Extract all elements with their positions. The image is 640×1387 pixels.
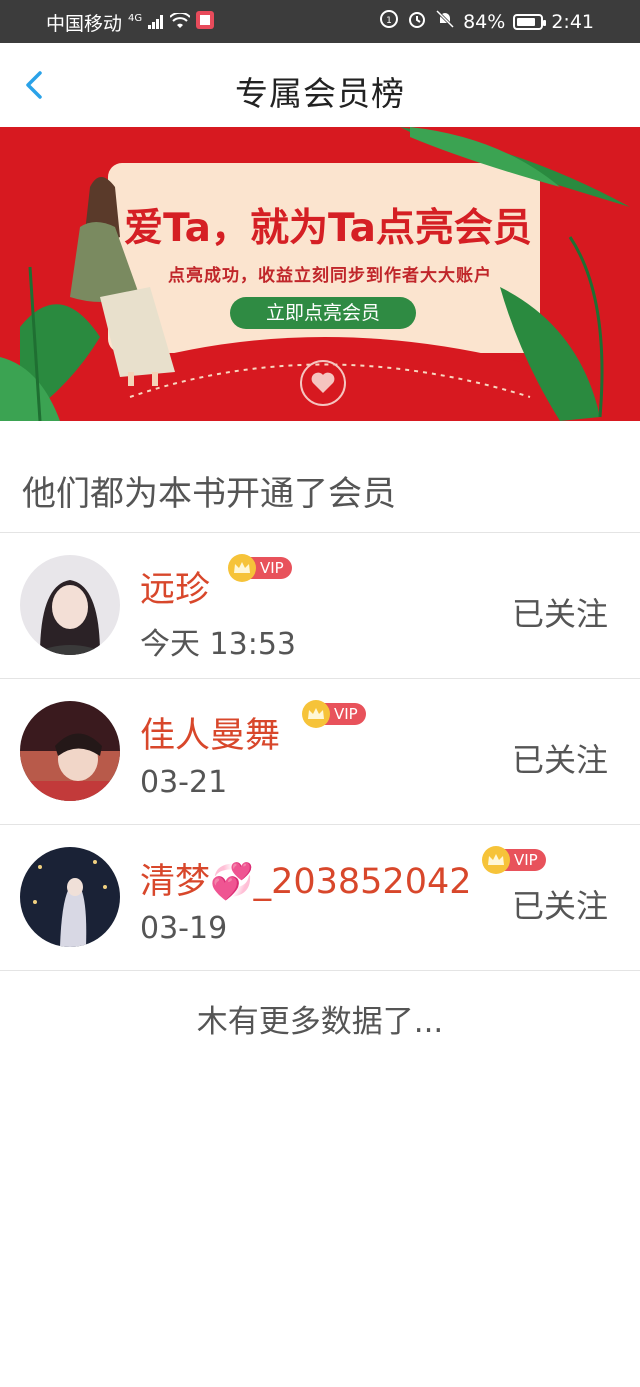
promo-banner[interactable]: 爱Ta，就为Ta点亮会员 点亮成功，收益立刻同步到作者大大账户 立即点亮会员	[0, 127, 640, 421]
avatar[interactable]	[20, 555, 120, 655]
member-name[interactable]: 清梦💞_203852042	[140, 853, 472, 904]
network-label: 4G	[128, 13, 143, 24]
alarm-icon	[407, 9, 427, 34]
clock: 2:41	[551, 10, 594, 33]
member-time: 03-21	[140, 765, 228, 800]
member-time: 03-19	[140, 911, 228, 946]
nav-header: 专属会员榜	[0, 43, 640, 128]
section-title: 他们都为本书开通了会员	[22, 474, 396, 514]
crown-icon	[228, 554, 256, 582]
svg-text:1: 1	[386, 16, 392, 26]
banner-subtitle: 点亮成功，收益立刻同步到作者大大账户	[168, 266, 492, 286]
battery-icon	[513, 13, 547, 30]
followed-button[interactable]: 已关注	[512, 735, 608, 781]
battery-percent: 84%	[463, 10, 506, 33]
member-name[interactable]: 佳人曼舞	[140, 707, 280, 758]
avatar[interactable]	[20, 847, 120, 947]
book-app-icon	[196, 11, 215, 34]
page-title: 专属会员榜	[235, 74, 405, 113]
crown-icon	[482, 846, 510, 874]
wifi-icon	[169, 11, 191, 34]
member-name[interactable]: 远珍	[140, 561, 210, 612]
status-bar: 中国移动 4G 1 84% 2:41	[0, 0, 640, 43]
data-saver-icon: 1	[379, 9, 399, 34]
member-row[interactable]: 佳人曼舞 VIP 03-21 已关注	[0, 679, 640, 825]
vip-badge: VIP	[228, 554, 292, 582]
no-more-data-text: 木有更多数据了...	[196, 1004, 444, 1040]
vip-badge: VIP	[482, 846, 546, 874]
signal-icon	[148, 12, 164, 34]
carrier-label: 中国移动	[46, 13, 123, 35]
mute-bell-icon	[435, 9, 455, 34]
member-time: 今天 13:53	[140, 627, 296, 662]
followed-button[interactable]: 已关注	[512, 589, 608, 635]
crown-icon	[302, 700, 330, 728]
banner-title: 爱Ta，就为Ta点亮会员	[124, 206, 532, 251]
member-row[interactable]: 清梦💞_203852042 VIP 03-19 已关注	[0, 825, 640, 971]
avatar[interactable]	[20, 701, 120, 801]
member-row[interactable]: 远珍 VIP 今天 13:53 已关注	[0, 533, 640, 679]
light-up-vip-button[interactable]: 立即点亮会员	[230, 297, 416, 329]
followed-button[interactable]: 已关注	[512, 881, 608, 927]
divider	[0, 970, 640, 971]
vip-badge: VIP	[302, 700, 366, 728]
